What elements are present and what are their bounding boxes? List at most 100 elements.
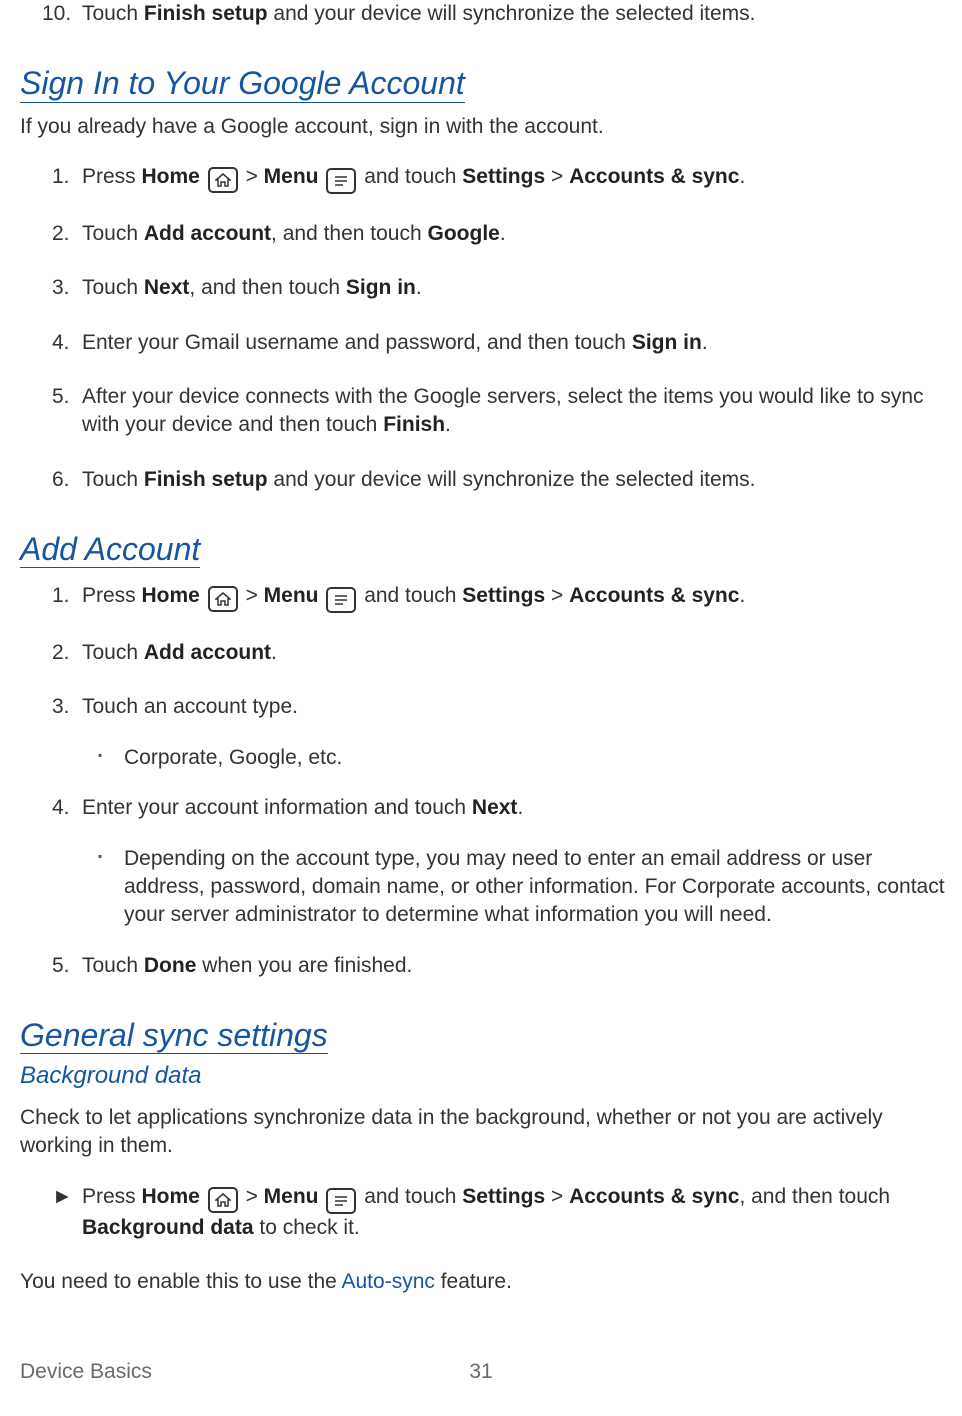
- bold: Home: [142, 165, 200, 188]
- heading-sign-in: Sign In to Your Google Account: [20, 66, 465, 102]
- step-index: 4.: [52, 794, 70, 822]
- text: when you are finished.: [196, 954, 412, 977]
- heading-background-data: Background data: [20, 1062, 946, 1090]
- bold: Sign in: [632, 331, 702, 354]
- bgdata-steps: ► Press Home > Menu and touch Settings >…: [20, 1183, 946, 1242]
- sign-in-step-3: 3. Touch Next, and then touch Sign in.: [82, 274, 946, 302]
- bold: Finish setup: [144, 468, 268, 491]
- text: Touch: [82, 222, 144, 245]
- bold: Background data: [82, 1216, 254, 1239]
- text: Press: [82, 165, 142, 188]
- step-index: 1.: [52, 582, 70, 610]
- menu-icon: [326, 1188, 356, 1214]
- text: After your device connects with the Goog…: [82, 385, 924, 436]
- sub-item: Corporate, Google, etc.: [124, 744, 946, 772]
- page-footer: Device Basics 31: [20, 1360, 942, 1384]
- text: Touch: [82, 468, 144, 491]
- bold: Settings: [462, 584, 545, 607]
- text: .: [517, 796, 523, 819]
- text: >: [246, 584, 264, 607]
- autosync-note: You need to enable this to use the Auto-…: [20, 1268, 946, 1296]
- bold: Menu: [264, 584, 319, 607]
- bold: Done: [144, 954, 197, 977]
- bold: Accounts & sync: [569, 1185, 739, 1208]
- bold: Sign in: [346, 276, 416, 299]
- step-10: 10. Touch Finish setup and your device w…: [82, 0, 946, 28]
- text: and your device will synchronize the sel…: [268, 2, 756, 25]
- step-index: 10.: [42, 0, 71, 28]
- text: .: [445, 413, 451, 436]
- sub-list: Depending on the account type, you may n…: [82, 845, 946, 930]
- bold: Accounts & sync: [569, 165, 739, 188]
- text: Touch: [82, 276, 144, 299]
- step-index: 5.: [52, 383, 70, 411]
- bold: Menu: [264, 1185, 319, 1208]
- text: .: [702, 331, 708, 354]
- add-account-step-1: 1. Press Home > Menu and touch Settings …: [82, 582, 946, 613]
- text: to check it.: [254, 1216, 360, 1239]
- prev-list-continuation: 10. Touch Finish setup and your device w…: [20, 0, 946, 28]
- sub-item: Depending on the account type, you may n…: [124, 845, 946, 930]
- text: >: [545, 584, 569, 607]
- text: Press: [82, 584, 142, 607]
- text: feature.: [435, 1270, 512, 1293]
- text: Touch: [82, 2, 144, 25]
- bold: Add account: [144, 641, 271, 664]
- sign-in-steps: 1. Press Home > Menu and touch Settings …: [20, 163, 946, 494]
- step-index: 6.: [52, 466, 70, 494]
- autosync-link[interactable]: Auto-sync: [342, 1270, 435, 1293]
- arrow-icon: ►: [52, 1183, 73, 1211]
- text: Touch: [82, 954, 144, 977]
- text: .: [739, 165, 745, 188]
- sign-in-step-5: 5. After your device connects with the G…: [82, 383, 946, 440]
- step-index: 3.: [52, 274, 70, 302]
- step-index: 2.: [52, 639, 70, 667]
- add-account-step-3: 3. Touch an account type. Corporate, Goo…: [82, 693, 946, 772]
- bgdata-text: Check to let applications synchronize da…: [20, 1104, 946, 1161]
- bold: Accounts & sync: [569, 584, 739, 607]
- menu-icon: [326, 168, 356, 194]
- text: .: [416, 276, 422, 299]
- home-icon: [208, 586, 238, 612]
- footer-section: Device Basics: [20, 1360, 152, 1383]
- text: , and then touch: [739, 1185, 890, 1208]
- text: and touch: [364, 165, 462, 188]
- menu-icon: [326, 587, 356, 613]
- text: >: [545, 1185, 569, 1208]
- text: .: [271, 641, 277, 664]
- home-icon: [208, 167, 238, 193]
- home-icon: [208, 1187, 238, 1213]
- text: , and then touch: [271, 222, 427, 245]
- text: , and then touch: [189, 276, 345, 299]
- bold: Menu: [264, 165, 319, 188]
- text: >: [246, 165, 264, 188]
- text: You need to enable this to use the: [20, 1270, 342, 1293]
- sign-in-step-6: 6. Touch Finish setup and your device wi…: [82, 466, 946, 494]
- step-index: 4.: [52, 329, 70, 357]
- step-index: 2.: [52, 220, 70, 248]
- text: and touch: [364, 584, 462, 607]
- step-index: 5.: [52, 952, 70, 980]
- text: >: [246, 1185, 264, 1208]
- bold: Add account: [144, 222, 271, 245]
- bgdata-step: ► Press Home > Menu and touch Settings >…: [82, 1183, 946, 1242]
- add-account-step-4: 4. Enter your account information and to…: [82, 794, 946, 929]
- bold: Home: [142, 1185, 200, 1208]
- bold: Settings: [462, 165, 545, 188]
- bold: Home: [142, 584, 200, 607]
- sign-in-intro: If you already have a Google account, si…: [20, 113, 946, 141]
- add-account-steps: 1. Press Home > Menu and touch Settings …: [20, 582, 946, 980]
- text: Enter your Gmail username and password, …: [82, 331, 632, 354]
- step-index: 3.: [52, 693, 70, 721]
- text: .: [739, 584, 745, 607]
- page-number: 31: [469, 1360, 492, 1384]
- bold: Google: [428, 222, 500, 245]
- text: and touch: [364, 1185, 462, 1208]
- bold: Next: [472, 796, 518, 819]
- text: Press: [82, 1185, 142, 1208]
- text: Touch: [82, 641, 144, 664]
- bold: Finish setup: [144, 2, 268, 25]
- sign-in-step-4: 4. Enter your Gmail username and passwor…: [82, 329, 946, 357]
- bold: Settings: [462, 1185, 545, 1208]
- add-account-step-5: 5. Touch Done when you are finished.: [82, 952, 946, 980]
